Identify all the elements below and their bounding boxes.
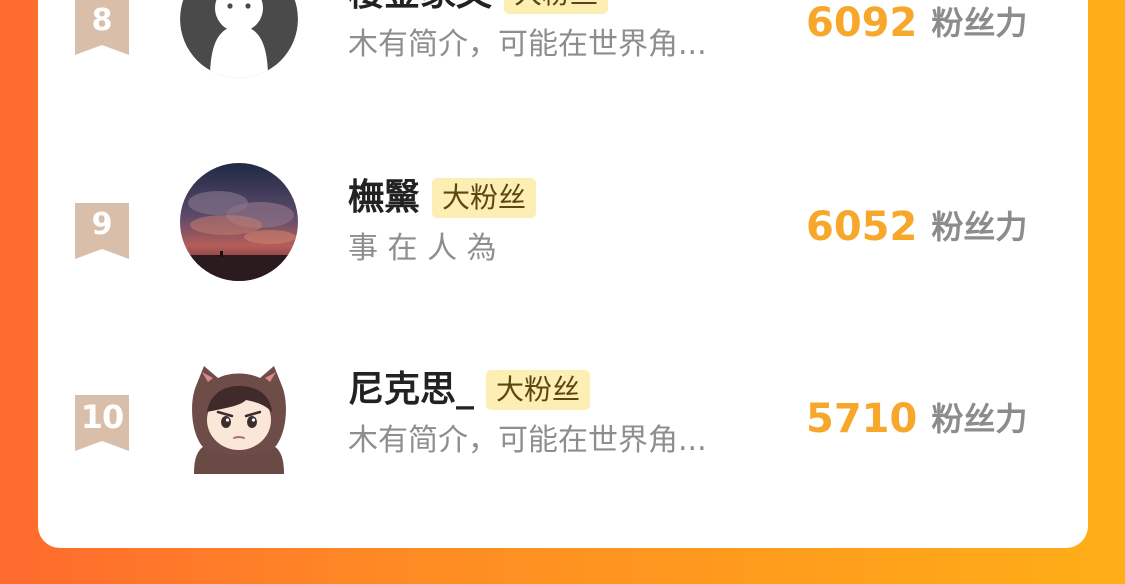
user-name[interactable]: 橅黳	[348, 176, 420, 220]
hooded-cartoon-avatar-icon	[180, 356, 298, 474]
score-value: 5710	[806, 396, 918, 442]
rank-number: 8	[91, 3, 113, 38]
rank-ribbon: 9	[75, 203, 129, 259]
score-value: 6052	[806, 204, 918, 250]
name-line: 尼克思_ 大粉丝	[348, 367, 591, 413]
rank-ribbon: 10	[75, 395, 129, 451]
score-unit: 粉丝力	[931, 208, 1028, 246]
name-line: 樱金家文 大粉丝	[348, 0, 609, 17]
score-value: 6092	[806, 0, 918, 46]
user-bio: 事 在 人 為	[348, 231, 497, 266]
name-line: 橅黳 大粉丝	[348, 175, 537, 221]
user-name[interactable]: 尼克思_	[348, 368, 474, 412]
rank-ribbon: 8	[75, 0, 129, 55]
fan-power-score: 5710 粉丝力	[806, 394, 1027, 444]
fan-level-badge: 大粉丝	[486, 370, 591, 410]
score-unit: 粉丝力	[931, 400, 1028, 438]
rank-number: 9	[91, 207, 113, 242]
fan-ranking-card: 8 樱金家文 大粉丝 木有简介，可能在世界角... 6092 粉丝力	[38, 0, 1088, 548]
default-avatar-icon	[180, 0, 298, 78]
ranking-row[interactable]: 8 樱金家文 大粉丝 木有简介，可能在世界角... 6092 粉丝力	[38, 0, 1088, 90]
avatar[interactable]	[180, 163, 298, 281]
score-unit: 粉丝力	[931, 4, 1028, 42]
avatar[interactable]	[180, 356, 298, 474]
avatar[interactable]	[180, 0, 298, 78]
user-name[interactable]: 樱金家文	[348, 0, 492, 16]
user-bio: 木有简介，可能在世界角...	[348, 423, 707, 458]
fan-power-score: 6052 粉丝力	[806, 202, 1027, 252]
rank-number: 10	[80, 398, 125, 436]
ranking-row[interactable]: 10 尼克思_ 大粉丝 木有简介，可能在世界角... 5710 粉丝力	[38, 356, 1088, 486]
sunset-clouds-avatar-icon	[180, 163, 298, 281]
fan-level-badge: 大粉丝	[504, 0, 609, 14]
ranking-row[interactable]: 9 橅黳 大粉丝 事 在 人 為 6052 粉丝力	[38, 163, 1088, 294]
user-bio: 木有简介，可能在世界角...	[348, 27, 707, 62]
fan-level-badge: 大粉丝	[432, 178, 537, 218]
fan-power-score: 6092 粉丝力	[806, 0, 1027, 48]
